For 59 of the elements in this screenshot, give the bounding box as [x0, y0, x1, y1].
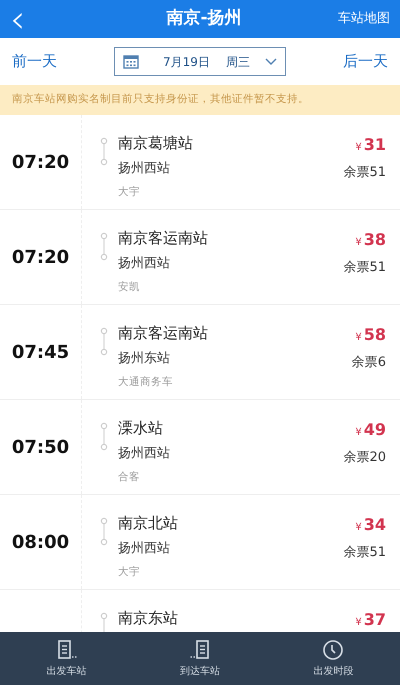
route-line-icon [100, 422, 108, 452]
document-icon [56, 638, 78, 660]
page-title: 南京-扬州 [165, 7, 243, 30]
trip-row[interactable]: 07:45 南京客运南站 扬州东站 大通商务车 ¥58 余票6 [0, 305, 400, 400]
route-line-icon [100, 517, 108, 547]
remaining-tickets: 余票6 [352, 355, 386, 370]
ticket-price: ¥49 [355, 419, 386, 441]
departure-time: 07:20 [12, 150, 70, 174]
departure-time: 07:45 [12, 340, 70, 364]
origin-station: 南京北站 [118, 514, 178, 532]
tab-button[interactable]: 出发时段 [266, 632, 400, 685]
notice-banner: 南京车站网购实名制目前只支持身份证，其他证件暂不支持。 [0, 85, 400, 115]
tab-button[interactable]: 到达车站 [133, 632, 267, 685]
destination-station: 扬州西站 [118, 446, 170, 461]
date-selector[interactable]: 7月19日 周三 [114, 47, 286, 76]
destination-station: 扬州东站 [118, 351, 170, 366]
origin-station: 南京客运南站 [118, 229, 208, 247]
bus-operator: 安凯 [118, 281, 140, 293]
station-map-link[interactable]: 车站地图 [338, 9, 390, 29]
ticket-price: ¥37 [355, 609, 386, 631]
origin-station: 南京客运南站 [118, 324, 208, 342]
trip-row[interactable]: 07:50 溧水站 扬州西站 合客 ¥49 余票20 [0, 400, 400, 495]
ticket-price: ¥31 [355, 134, 386, 156]
route-line-icon [100, 327, 108, 357]
calendar-icon [123, 54, 139, 69]
departure-time: 07:50 [12, 436, 70, 460]
bus-operator: 大通商务车 [118, 376, 173, 388]
weekday-text: 周三 [226, 54, 250, 70]
remaining-tickets: 余票20 [343, 450, 386, 465]
route-line-icon [100, 137, 108, 167]
departure-time: 08:00 [12, 530, 70, 554]
remaining-tickets: 余票51 [343, 165, 386, 180]
destination-station: 扬州西站 [118, 256, 170, 271]
bus-operator: 大宇 [118, 566, 140, 578]
destination-station: 扬州西站 [118, 541, 170, 556]
remaining-tickets: 余票51 [343, 545, 386, 560]
ticket-price: ¥34 [355, 514, 386, 536]
bus-operator: 大宇 [118, 186, 140, 198]
trip-row[interactable]: 08:00 南京北站 扬州西站 大宇 ¥34 余票51 [0, 495, 400, 590]
trip-row[interactable]: 07:20 南京葛塘站 扬州西站 大宇 ¥31 余票51 [0, 115, 400, 210]
ticket-price: ¥38 [355, 229, 386, 251]
ticket-price: ¥58 [355, 324, 386, 346]
date-text: 7月19日 [163, 54, 210, 70]
chevron-down-icon [265, 58, 277, 65]
back-button[interactable]: ‹ [10, 4, 70, 34]
document-icon [188, 638, 211, 660]
route-line-icon [100, 232, 108, 262]
trip-row[interactable]: 07:20 南京客运南站 扬州西站 安凯 ¥38 余票51 [0, 210, 400, 305]
origin-station: 溧水站 [118, 419, 163, 437]
clock-icon [322, 638, 344, 660]
remaining-tickets: 余票51 [343, 260, 386, 275]
next-day-button[interactable]: 后一天 [343, 50, 388, 73]
departure-time: 07:20 [12, 246, 70, 270]
previous-day-button[interactable]: 前一天 [12, 50, 57, 73]
bus-operator: 合客 [118, 471, 140, 483]
tab-button[interactable]: 出发车站 [0, 632, 134, 685]
origin-station: 南京葛塘站 [118, 134, 193, 152]
destination-station: 扬州西站 [118, 161, 170, 176]
origin-station: 南京东站 [118, 609, 178, 627]
